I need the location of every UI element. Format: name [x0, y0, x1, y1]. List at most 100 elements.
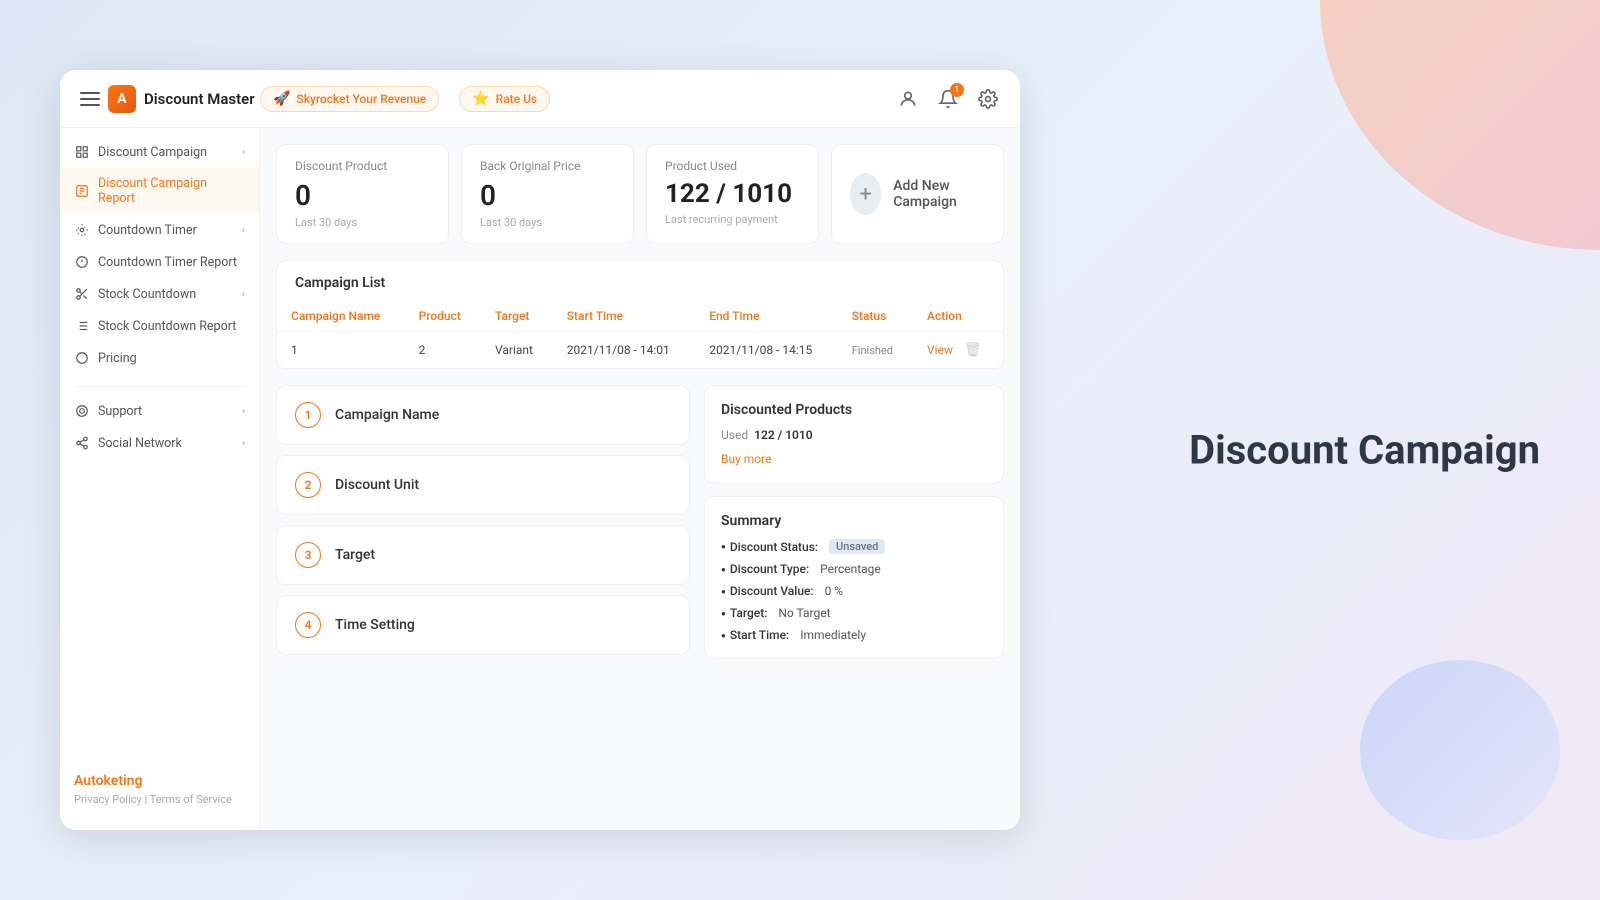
- skyrocket-badge[interactable]: 🚀 Skyrocket Your Revenue: [260, 86, 439, 112]
- col-target: Target: [481, 301, 553, 332]
- sidebar-item-pricing[interactable]: Pricing: [60, 342, 259, 374]
- form-step-4[interactable]: 4 Time Setting: [276, 595, 690, 655]
- campaign-table: Campaign Name Product Target Start Time …: [277, 301, 1003, 368]
- col-action: Action: [913, 301, 1003, 332]
- app-window: A Discount Master 🚀 Skyrocket Your Reven…: [60, 70, 1020, 830]
- col-status: Status: [838, 301, 913, 332]
- topbar-logo: A Discount Master: [80, 85, 260, 113]
- summary-list: Discount Status: UnsavedDiscount Type: P…: [721, 539, 987, 642]
- app-logo-icon: A: [108, 85, 136, 113]
- back-original-sub: Last 30 days: [480, 216, 615, 229]
- grid-icon: [74, 144, 90, 160]
- delete-icon[interactable]: 🗑: [964, 342, 982, 358]
- page-hero-title: Discount Campaign: [1189, 427, 1540, 474]
- summary-key: Discount Type:: [730, 562, 809, 576]
- summary-key: Target:: [730, 606, 768, 620]
- used-label: Used: [721, 428, 748, 442]
- sidebar-main-nav: Discount Campaign › Dis: [60, 136, 259, 374]
- settings2-icon: [74, 222, 90, 238]
- col-campaign-name: Campaign Name: [277, 301, 405, 332]
- buy-more-link[interactable]: Buy more: [721, 452, 771, 466]
- sidebar-item-countdown-timer-report[interactable]: Countdown Timer Report: [60, 246, 259, 278]
- cell-name: 1: [277, 332, 405, 369]
- unsaved-badge: Unsaved: [829, 539, 885, 554]
- privacy-policy-link[interactable]: Privacy Policy: [74, 793, 142, 806]
- table-row: 1 2 Variant 2021/11/08 - 14:01 2021/11/0…: [277, 332, 1003, 369]
- sidebar-item-support[interactable]: Support ›: [60, 395, 259, 427]
- topbar-actions: 1: [896, 87, 1000, 111]
- view-link[interactable]: View: [927, 343, 953, 357]
- summary-item: Discount Status: Unsaved: [721, 539, 987, 554]
- used-row: Used 122 / 1010: [721, 428, 987, 442]
- step-number: 4: [295, 612, 321, 638]
- back-original-value: 0: [480, 179, 615, 212]
- sidebar-footer-links: Privacy Policy | Terms of Service: [74, 793, 245, 806]
- decorative-blob-bottom: [1360, 660, 1560, 840]
- sidebar-footer: Autoketing Privacy Policy | Terms of Ser…: [60, 757, 259, 822]
- back-original-label: Back Original Price: [480, 159, 615, 173]
- form-steps: 1 Campaign Name 2 Discount Unit 3 Target…: [276, 385, 690, 659]
- sidebar-item-stock-countdown-report[interactable]: Stock Countdown Report: [60, 310, 259, 342]
- step-label: Time Setting: [335, 617, 415, 633]
- form-step-2[interactable]: 2 Discount Unit: [276, 455, 690, 515]
- discount-product-sub: Last 30 days: [295, 216, 430, 229]
- topbar-nav: 🚀 Skyrocket Your Revenue ⭐ Rate Us: [260, 86, 896, 112]
- step-label: Target: [335, 547, 375, 563]
- rate-label: Rate Us: [496, 92, 537, 106]
- col-end-time: End Time: [695, 301, 837, 332]
- table-header-row: Campaign Name Product Target Start Time …: [277, 301, 1003, 332]
- sidebar-item-countdown-timer[interactable]: Countdown Timer ›: [60, 214, 259, 246]
- support-icon: [74, 403, 90, 419]
- decorative-blob-top: [1320, 0, 1600, 250]
- terms-link[interactable]: Terms of Service: [150, 793, 232, 806]
- cell-product: 2: [405, 332, 481, 369]
- report-icon: [74, 183, 90, 199]
- social-icon: [74, 435, 90, 451]
- main-content: Discount Product 0 Last 30 days Back Ori…: [260, 128, 1020, 830]
- sidebar-item-social-network[interactable]: Social Network ›: [60, 427, 259, 459]
- cell-target: Variant: [481, 332, 553, 369]
- form-step-3[interactable]: 3 Target: [276, 525, 690, 585]
- step-label: Campaign Name: [335, 407, 439, 423]
- chevron-right-icon4: ›: [242, 406, 245, 417]
- sidebar-item-discount-campaign[interactable]: Discount Campaign ›: [60, 136, 259, 168]
- skyrocket-label: Skyrocket Your Revenue: [296, 92, 426, 106]
- notif-count: 1: [950, 83, 964, 97]
- profile-icon[interactable]: [896, 87, 920, 111]
- settings-icon[interactable]: [976, 87, 1000, 111]
- summary-value: No Target: [778, 606, 830, 620]
- add-campaign-card[interactable]: + Add New Campaign: [831, 144, 1004, 244]
- campaign-list-title: Campaign List: [277, 261, 1003, 291]
- summary-item: Target: No Target: [721, 606, 987, 620]
- sidebar-item-stock-countdown[interactable]: Stock Countdown ›: [60, 278, 259, 310]
- sidebar-label-discount-campaign: Discount Campaign: [98, 145, 207, 160]
- stats-row: Discount Product 0 Last 30 days Back Ori…: [276, 144, 1004, 244]
- notifications-icon[interactable]: 1: [936, 87, 960, 111]
- form-step-1[interactable]: 1 Campaign Name: [276, 385, 690, 445]
- form-area: 1 Campaign Name 2 Discount Unit 3 Target…: [276, 385, 1004, 659]
- cell-end-time: 2021/11/08 - 14:15: [695, 332, 837, 369]
- rate-badge[interactable]: ⭐ Rate Us: [459, 86, 550, 112]
- summary-key: Discount Status:: [730, 540, 818, 554]
- app-name: Discount Master: [144, 90, 255, 108]
- sidebar-label-stock-countdown: Stock Countdown: [98, 287, 196, 302]
- summary-key: Start Time:: [730, 628, 789, 642]
- chevron-right-icon5: ›: [242, 438, 245, 449]
- sidebar-brand: Autoketing: [74, 773, 245, 789]
- cell-start-time: 2021/11/08 - 14:01: [553, 332, 695, 369]
- right-panel: Discounted Products Used 122 / 1010 Buy …: [704, 385, 1004, 659]
- summary-key: Discount Value:: [730, 584, 814, 598]
- rocket-icon: 🚀: [273, 91, 290, 107]
- hamburger-icon[interactable]: [80, 92, 100, 106]
- summary-item: Start Time: Immediately: [721, 628, 987, 642]
- sidebar-label-social-network: Social Network: [98, 436, 182, 451]
- sidebar-label-support: Support: [98, 404, 142, 419]
- product-used-value: 122 / 1010: [665, 179, 800, 209]
- pricing-icon: [74, 350, 90, 366]
- list-icon: [74, 318, 90, 334]
- sidebar-item-discount-campaign-report[interactable]: Discount Campaign Report: [60, 168, 259, 214]
- sidebar-divider: [74, 386, 245, 387]
- add-icon: +: [850, 173, 881, 215]
- col-product: Product: [405, 301, 481, 332]
- product-used-sub: Last recurring payment: [665, 213, 800, 226]
